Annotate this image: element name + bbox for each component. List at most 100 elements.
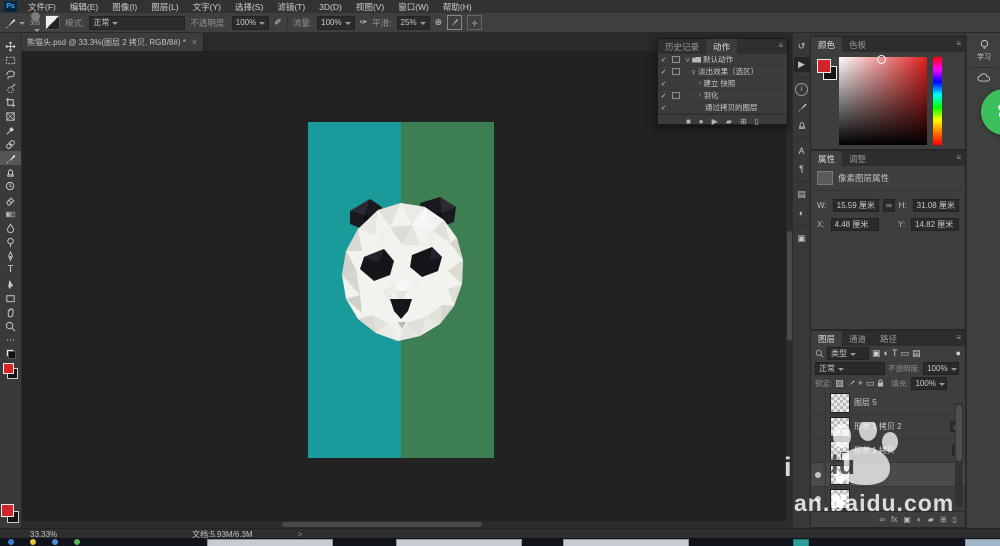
tool-blur[interactable] xyxy=(0,221,21,235)
canvas-horizontal-scrollbar[interactable] xyxy=(22,521,786,528)
layer-row-5[interactable]: 图层 5 xyxy=(811,391,965,415)
expander-icon[interactable]: ∨ xyxy=(691,68,696,76)
width-value[interactable]: 15.59 厘米 xyxy=(833,199,879,212)
tab-actions[interactable]: 动作 xyxy=(706,39,737,54)
learn-label[interactable]: 学习 xyxy=(977,52,991,62)
clone-source-panel-icon[interactable] xyxy=(794,117,810,132)
foreground-background-swatches[interactable] xyxy=(0,361,21,381)
filter-type-icon[interactable]: T xyxy=(892,349,898,358)
layer-visibility-toggle[interactable] xyxy=(811,415,826,438)
foreground-color-swatch[interactable] xyxy=(817,59,831,73)
layer-row-shape1-copy[interactable]: 形状 1 拷贝 fx xyxy=(811,439,965,463)
delete-layer-icon[interactable]: ▯ xyxy=(953,515,957,524)
expander-icon[interactable]: › xyxy=(699,80,701,87)
menu-window[interactable]: 窗口(W) xyxy=(391,1,436,13)
menu-edit[interactable]: 编辑(E) xyxy=(63,1,105,13)
menu-filter[interactable]: 滤镜(T) xyxy=(270,1,312,13)
layers-scrollbar[interactable] xyxy=(955,403,963,507)
tool-frame[interactable] xyxy=(0,109,21,123)
action-row-default-actions[interactable]: ✓ ∨ 默认动作 xyxy=(658,54,787,66)
foreground-color-swatch[interactable] xyxy=(1,504,19,523)
taskbar-icon[interactable] xyxy=(52,539,58,545)
tool-shape[interactable] xyxy=(0,291,21,305)
taskbar-window-button[interactable] xyxy=(207,539,333,546)
tool-hand[interactable] xyxy=(0,305,21,319)
layer-thumbnail[interactable] xyxy=(830,489,850,509)
tab-paths[interactable]: 路径 xyxy=(873,331,904,346)
action-dialog-toggle[interactable] xyxy=(670,68,683,75)
layer-row-selected[interactable] xyxy=(811,463,965,487)
delete-icon[interactable]: ▯ xyxy=(755,117,759,126)
action-row-vignette[interactable]: ✓ ∨ 淡出效果（选区） xyxy=(658,66,787,78)
smoothing-select[interactable]: 25% xyxy=(397,16,430,30)
learn-lightbulb-icon[interactable] xyxy=(979,39,990,51)
tab-history[interactable]: 历史记录 xyxy=(658,39,706,54)
actions-panel-icon[interactable]: ▶ xyxy=(794,57,810,72)
layer-thumbnail[interactable] xyxy=(830,465,850,485)
link-layers-icon[interactable]: ∞ xyxy=(879,515,885,524)
menu-3d[interactable]: 3D(D) xyxy=(312,2,349,12)
stop-icon[interactable]: ■ xyxy=(686,117,691,126)
layer-name[interactable]: 形状 1 拷贝 xyxy=(854,445,895,456)
taskbar-icon[interactable] xyxy=(8,539,14,545)
document-tab[interactable]: 熊猫头.psd @ 33.3%(图层 2 拷贝, RGB/8#) * × xyxy=(21,33,204,51)
pressure-size-icon[interactable] xyxy=(447,15,462,30)
layer-thumbnail[interactable] xyxy=(830,441,850,461)
layer-opacity-select[interactable]: 100% xyxy=(923,362,959,375)
action-check-icon[interactable]: ✓ xyxy=(658,104,670,112)
tool-gradient[interactable] xyxy=(0,207,21,221)
cloud-sync-icon[interactable] xyxy=(977,73,991,82)
lock-all-icon[interactable] xyxy=(877,379,884,389)
play-icon[interactable]: ▶ xyxy=(712,117,718,126)
tool-eyedropper[interactable] xyxy=(0,123,21,137)
menu-image[interactable]: 图像(I) xyxy=(105,1,144,13)
tool-lasso[interactable] xyxy=(0,67,21,81)
airbrush-icon[interactable]: ✑ xyxy=(360,18,368,27)
tool-pen[interactable] xyxy=(0,249,21,263)
tab-adjustments[interactable]: 调整 xyxy=(842,151,873,166)
panel-menu-icon[interactable]: ≡ xyxy=(774,39,787,54)
layer-style-icon[interactable]: fx xyxy=(891,515,897,524)
expander-icon[interactable]: › xyxy=(699,92,701,99)
close-tab-icon[interactable]: × xyxy=(192,37,197,47)
layer-row-bottom[interactable] xyxy=(811,487,965,511)
layer-visibility-toggle[interactable] xyxy=(811,391,826,414)
layer-row-shape1-copy2[interactable]: 形状 1 拷贝 2 ▭ xyxy=(811,415,965,439)
taskbar-window-button[interactable] xyxy=(965,539,1000,546)
new-group-icon[interactable]: ▰ xyxy=(928,515,934,524)
symmetry-icon[interactable]: 🝊 xyxy=(467,15,482,30)
tool-healing-brush[interactable] xyxy=(0,137,21,151)
smoothing-options-gear-icon[interactable]: ⊛ xyxy=(435,18,443,27)
action-check-icon[interactable]: ✓ xyxy=(658,80,670,88)
menu-layer[interactable]: 图层(L) xyxy=(144,1,185,13)
action-check-icon[interactable]: ✓ xyxy=(658,56,670,64)
menu-file[interactable]: 文件(F) xyxy=(21,1,63,13)
hue-slider[interactable] xyxy=(933,57,942,145)
layer-blend-mode-select[interactable]: 正常 xyxy=(815,362,885,375)
tool-path-selection[interactable] xyxy=(0,277,21,291)
tool-move[interactable] xyxy=(0,39,21,53)
tab-layers[interactable]: 图层 xyxy=(811,331,842,346)
saturation-brightness-field[interactable] xyxy=(839,57,927,145)
libraries-panel-icon[interactable]: ▤ xyxy=(794,187,810,202)
tool-eraser[interactable] xyxy=(0,193,21,207)
action-dialog-toggle[interactable] xyxy=(670,56,683,63)
layer-thumbnail[interactable] xyxy=(830,393,850,413)
tab-properties[interactable]: 属性 xyxy=(811,151,842,166)
toolbar-ellipsis[interactable]: ⋯ xyxy=(0,333,21,347)
tool-brush[interactable] xyxy=(0,151,21,165)
info-panel-icon[interactable]: i xyxy=(795,83,808,96)
action-check-icon[interactable]: ✓ xyxy=(658,92,670,100)
new-set-folder-icon[interactable]: ▰ xyxy=(726,117,732,126)
menu-view[interactable]: 视图(V) xyxy=(349,1,391,13)
add-mask-icon[interactable]: ▣ xyxy=(903,515,911,524)
lock-pixels-icon[interactable] xyxy=(847,379,855,389)
adjustments-panel-icon[interactable]: ◐ xyxy=(794,205,810,220)
filter-kind-select[interactable]: 类型 xyxy=(827,347,869,360)
layer-visibility-toggle[interactable] xyxy=(811,439,826,462)
lock-transparency-icon[interactable]: ▨ xyxy=(835,379,844,388)
filter-shape-icon[interactable]: ▭ xyxy=(900,349,909,358)
menu-type[interactable]: 文字(Y) xyxy=(186,1,228,13)
tool-type[interactable]: T xyxy=(0,263,21,277)
filter-toggle-icon[interactable]: ● xyxy=(956,349,961,358)
